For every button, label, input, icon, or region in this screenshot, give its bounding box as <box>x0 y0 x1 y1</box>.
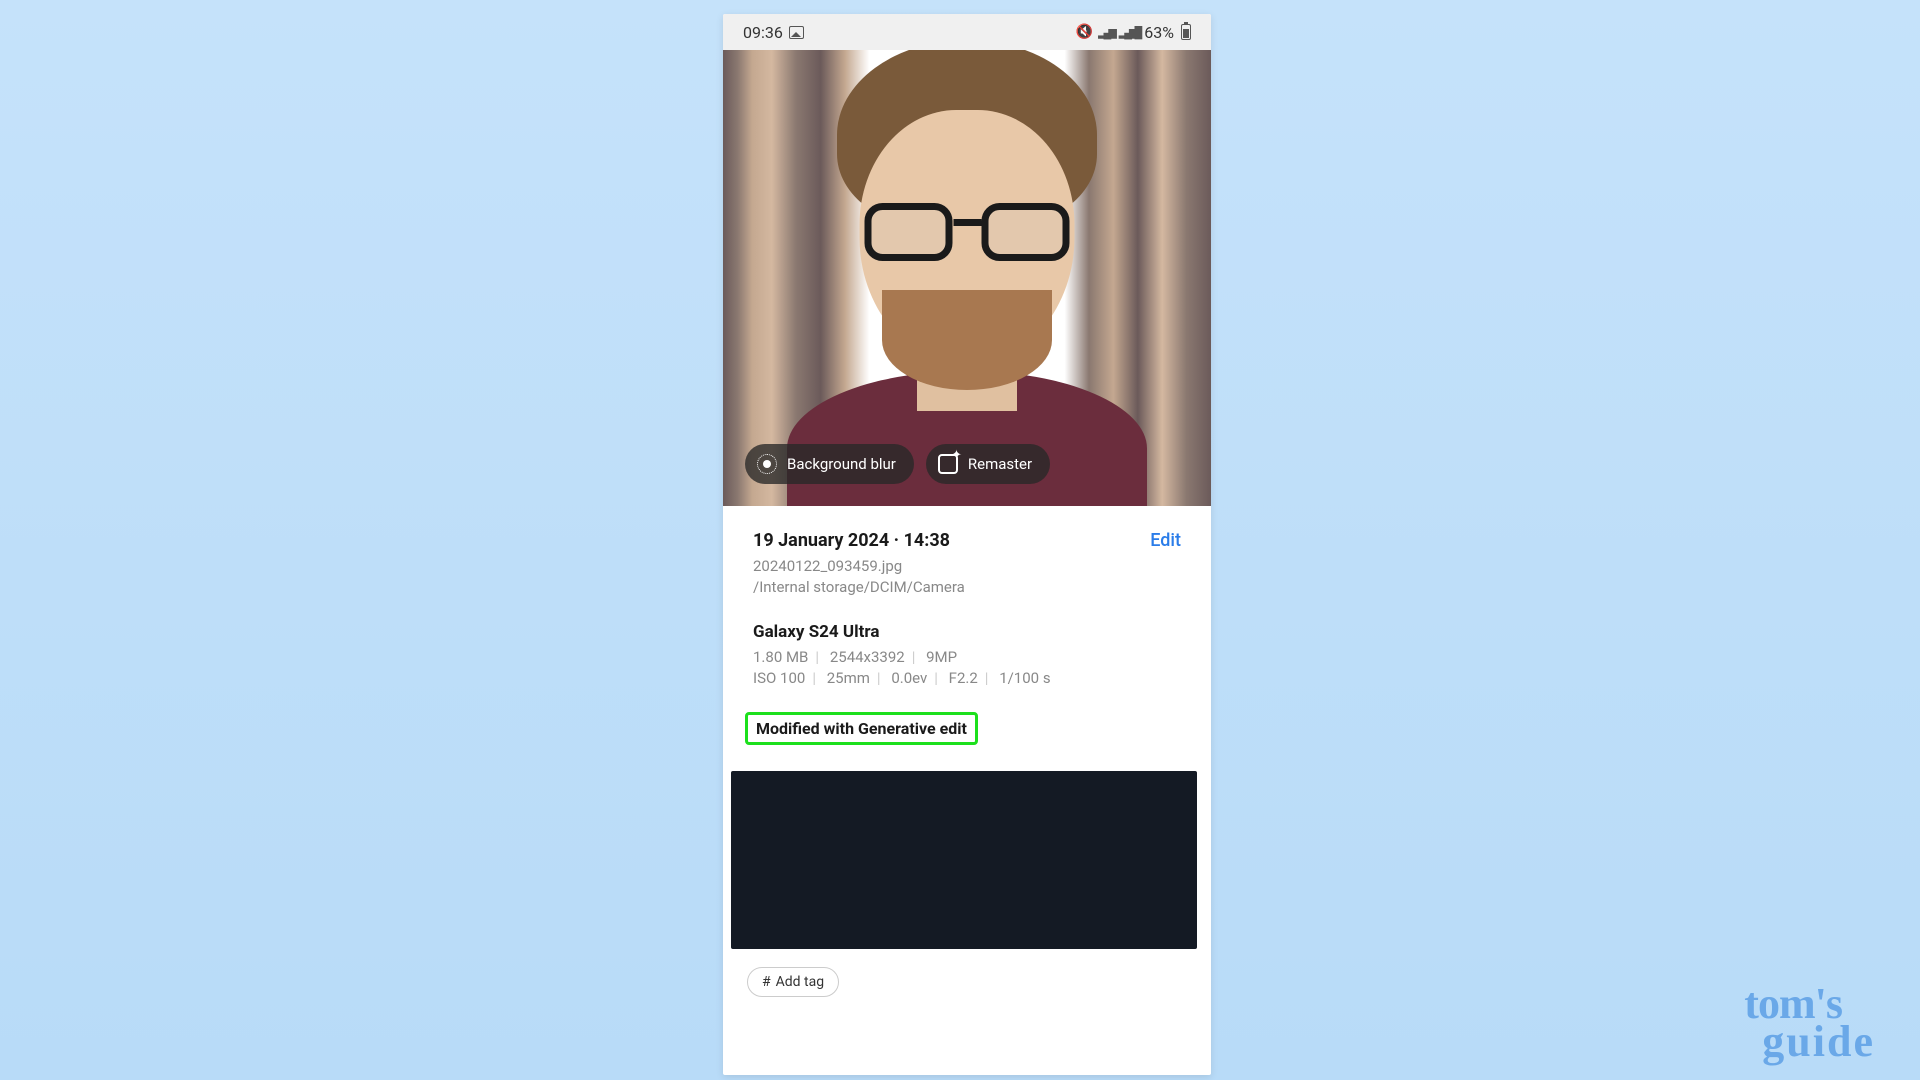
watermark-line2: guide <box>1762 1023 1875 1060</box>
photo-details-panel: 19 January 2024 · 14:38 Edit 20240122_09… <box>723 506 1211 757</box>
aperture: F2.2 <box>949 669 978 687</box>
status-time: 09:36 <box>743 23 783 42</box>
megapixels: 9MP <box>926 648 957 666</box>
signal-icon: ▂▄▆█ <box>1119 26 1140 39</box>
hash-icon: # <box>762 974 771 990</box>
map-preview[interactable] <box>731 771 1197 949</box>
image-indicator-icon <box>789 26 804 39</box>
battery-percent: 63% <box>1144 23 1174 42</box>
status-bar: 09:36 🔇 ▂▄▆ ▂▄▆█ 63% <box>723 14 1211 50</box>
add-tag-label: Add tag <box>776 974 824 990</box>
camera-meta-row: ISO 100| 25mm| 0.0ev| F2.2| 1/100 s <box>753 669 1181 687</box>
file-size: 1.80 MB <box>753 648 808 666</box>
photo-preview[interactable]: Background blur Remaster <box>723 50 1211 506</box>
wifi-icon: ▂▄▆ <box>1098 26 1114 39</box>
photo-date-time: 19 January 2024 · 14:38 <box>753 530 950 551</box>
phone-screenshot: 09:36 🔇 ▂▄▆ ▂▄▆█ 63% Background blur <box>723 14 1211 1075</box>
background-blur-button[interactable]: Background blur <box>745 444 914 484</box>
ev: 0.0ev <box>891 669 927 687</box>
mute-icon: 🔇 <box>1076 24 1093 40</box>
add-tag-button[interactable]: # Add tag <box>747 967 839 997</box>
file-meta-row: 1.80 MB| 2544x3392| 9MP <box>753 648 1181 666</box>
focal-length: 25mm <box>827 669 870 687</box>
blur-icon <box>757 454 777 474</box>
resolution: 2544x3392 <box>830 648 905 666</box>
watermark-logo: tom's guide <box>1744 985 1875 1060</box>
portrait-photo <box>807 50 1127 506</box>
device-name: Galaxy S24 Ultra <box>753 622 1181 642</box>
iso: ISO 100 <box>753 669 805 687</box>
remaster-button[interactable]: Remaster <box>926 444 1050 484</box>
battery-icon <box>1181 24 1191 40</box>
photo-filename: 20240122_093459.jpg <box>753 557 1181 575</box>
background-blur-label: Background blur <box>787 455 896 473</box>
photo-filepath: /Internal storage/DCIM/Camera <box>753 578 1181 596</box>
generative-edit-badge: Modified with Generative edit <box>745 712 978 745</box>
remaster-icon <box>938 454 958 474</box>
shutter-speed: 1/100 s <box>999 669 1050 687</box>
edit-button[interactable]: Edit <box>1150 530 1181 551</box>
remaster-label: Remaster <box>968 455 1032 473</box>
